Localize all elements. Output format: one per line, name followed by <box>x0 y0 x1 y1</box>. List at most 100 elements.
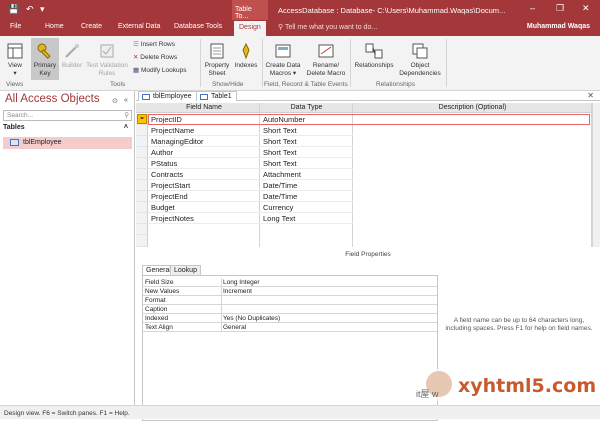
view-icon <box>7 43 23 59</box>
tab-database-tools[interactable]: Database Tools <box>174 23 222 30</box>
watermark-text: xyhtml5.com <box>458 375 597 397</box>
property-value[interactable]: Yes (No Duplicates) <box>223 315 280 322</box>
builder-button[interactable]: Builder <box>60 42 84 70</box>
table-icon <box>142 94 150 100</box>
data-type-cell[interactable]: Currency <box>260 202 353 213</box>
save-icon[interactable]: 💾 <box>8 4 19 15</box>
nav-menu-chevron-icon[interactable]: ⊙ <box>112 97 118 105</box>
tab-file[interactable]: File <box>10 23 21 30</box>
field-name-cell[interactable]: Author <box>148 147 260 158</box>
navigation-pane: All Access Objects ⊙ « Search... ⚲ Table… <box>0 91 135 405</box>
data-type-cell[interactable]: Short Text <box>260 125 353 136</box>
doc-tab-tblemployee[interactable]: tblEmployee <box>138 91 197 101</box>
field-name-cell[interactable]: ProjectName <box>148 125 260 136</box>
doc-tab-table1[interactable]: Table1 <box>196 91 237 101</box>
rename-delete-macro-button[interactable]: Rename/ Delete Macro <box>304 42 348 78</box>
property-value[interactable]: General <box>223 324 246 331</box>
nav-category-label: Tables <box>3 124 25 131</box>
data-type-cell[interactable]: Short Text <box>260 147 353 158</box>
data-type-cell[interactable]: Short Text <box>260 136 353 147</box>
tab-lookup[interactable]: Lookup <box>170 265 201 275</box>
nav-close-icon[interactable]: « <box>124 97 128 104</box>
data-type-cell[interactable]: Date/Time <box>260 180 353 191</box>
undo-icon[interactable]: ↶ <box>26 4 34 15</box>
row-selector[interactable] <box>136 169 148 180</box>
builder-icon <box>65 44 79 58</box>
tab-design[interactable]: Design <box>234 21 266 36</box>
vertical-scrollbar[interactable] <box>592 103 600 247</box>
field-name-cell[interactable]: ProjectEnd <box>148 191 260 202</box>
data-type-cell[interactable]: Attachment <box>260 169 353 180</box>
insert-rows-icon: ☰ <box>133 41 139 48</box>
relationships-button[interactable]: Relationships <box>352 42 396 70</box>
field-name-cell[interactable]: ProjectNotes <box>148 213 260 224</box>
primary-key-button[interactable]: Primary Key <box>31 38 59 80</box>
nav-search-input[interactable]: Search... ⚲ <box>3 110 132 121</box>
property-row[interactable]: Field Size Long Integer <box>143 278 437 287</box>
property-row[interactable]: Indexed Yes (No Duplicates) <box>143 314 437 323</box>
property-sheet-icon <box>210 43 224 59</box>
property-row[interactable]: Caption <box>143 305 437 314</box>
property-value[interactable]: Increment <box>223 288 252 295</box>
tab-external-data[interactable]: External Data <box>118 23 160 30</box>
field-name-cell[interactable]: PStatus <box>148 158 260 169</box>
nav-title[interactable]: All Access Objects <box>5 93 100 105</box>
doc-tab-label: tblEmployee <box>153 93 192 100</box>
minimize-button[interactable]: – <box>530 3 535 13</box>
close-button[interactable]: ✕ <box>582 3 590 14</box>
property-label: Indexed <box>145 315 169 322</box>
row-selector[interactable] <box>136 235 148 247</box>
object-dependencies-button[interactable]: Object Dependencies <box>398 42 442 78</box>
create-data-macros-label: Create Data Macros ▾ <box>265 62 301 77</box>
row-selector[interactable] <box>136 147 148 158</box>
tell-me-text: Tell me what you want to do... <box>284 24 378 31</box>
insert-rows-button[interactable]: ☰ Insert Rows <box>133 40 175 48</box>
property-row[interactable]: New Values Increment <box>143 287 437 296</box>
delete-rows-icon: ✕ <box>133 54 139 61</box>
modify-lookups-button[interactable]: ▦ Modify Lookups <box>133 66 187 74</box>
tell-me-search[interactable]: ⚲ Tell me what you want to do... <box>278 23 377 31</box>
restore-button[interactable]: ❐ <box>556 3 564 14</box>
table-icon <box>10 139 19 146</box>
row-selector[interactable] <box>136 191 148 202</box>
collapse-icon: ˄ <box>123 124 128 131</box>
field-name-cell[interactable]: ProjectStart <box>148 180 260 191</box>
data-type-cell[interactable]: Short Text <box>260 158 353 169</box>
active-row-highlight <box>148 114 590 125</box>
property-value[interactable]: Long Integer <box>223 279 260 286</box>
primary-key-icon: ⚭ <box>137 114 147 124</box>
row-selector[interactable] <box>136 213 148 224</box>
row-selector[interactable] <box>136 180 148 191</box>
property-row[interactable]: Text Align General <box>143 323 437 332</box>
qa-more-icon[interactable]: ▾ <box>40 4 45 15</box>
field-name-cell[interactable]: ManagingEditor <box>148 136 260 147</box>
row-selector[interactable] <box>136 224 148 235</box>
row-selector[interactable] <box>136 136 148 147</box>
field-properties-title: Field Properties <box>345 251 391 258</box>
tab-create[interactable]: Create <box>81 23 102 30</box>
user-name[interactable]: Muhammad Waqas <box>527 23 590 30</box>
row-selector[interactable] <box>136 125 148 136</box>
property-label: New Values <box>145 288 180 295</box>
data-type-cell[interactable]: Long Text <box>260 213 353 224</box>
delete-rows-button[interactable]: ✕ Delete Rows <box>133 53 177 61</box>
property-label: Text Align <box>145 324 173 331</box>
property-row[interactable]: Format <box>143 296 437 305</box>
ribbon-tabs: File Home Create External Data Database … <box>0 20 600 36</box>
data-type-cell[interactable]: Date/Time <box>260 191 353 202</box>
tab-home[interactable]: Home <box>45 23 64 30</box>
nav-category-tables[interactable]: Tables ˄ <box>3 124 132 134</box>
field-name-cell[interactable]: Budget <box>148 202 260 213</box>
close-document-icon[interactable]: ✕ <box>587 91 594 100</box>
row-selector[interactable]: ⚭ <box>136 114 148 125</box>
property-sheet-button[interactable]: Property Sheet <box>202 42 232 78</box>
view-button[interactable]: View ▾ <box>4 42 26 78</box>
nav-item-tblemployee[interactable]: tblEmployee <box>3 137 132 149</box>
row-selector[interactable] <box>136 158 148 169</box>
test-validation-button[interactable]: Test Validation Rules <box>85 42 129 78</box>
create-data-macros-button[interactable]: Create Data Macros ▾ <box>264 42 302 78</box>
insert-rows-label: Insert Rows <box>140 41 175 48</box>
field-name-cell[interactable]: Contracts <box>148 169 260 180</box>
row-selector[interactable] <box>136 202 148 213</box>
indexes-button[interactable]: Indexes <box>234 42 258 70</box>
